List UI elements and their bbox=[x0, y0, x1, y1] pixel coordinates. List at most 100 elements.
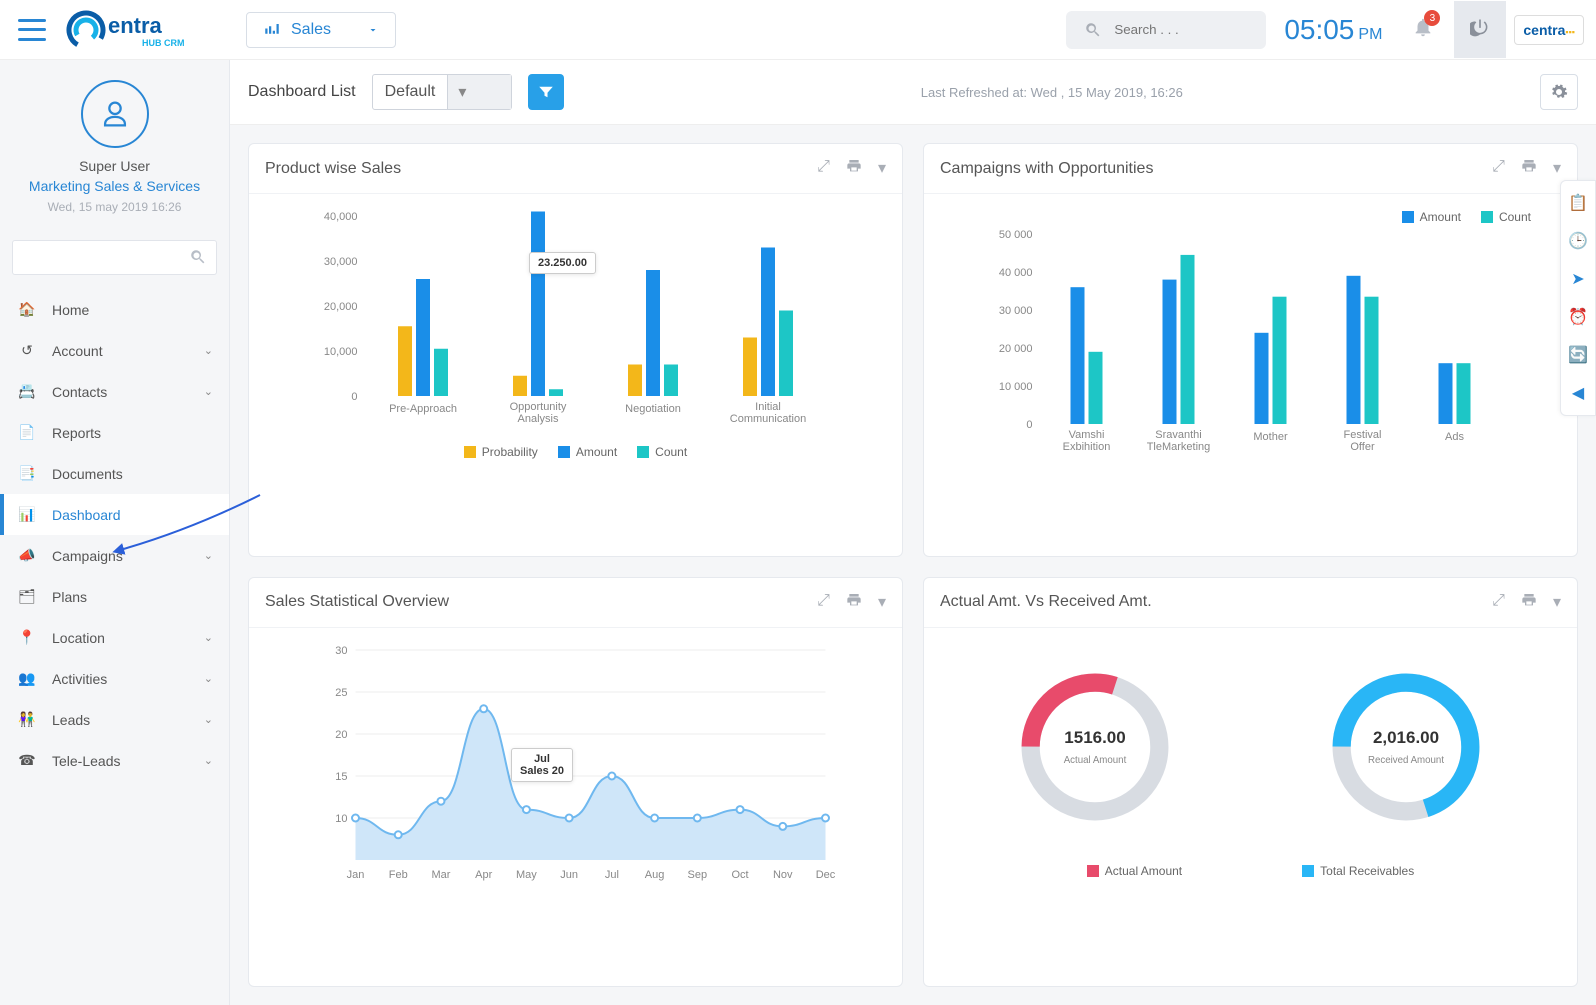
svg-text:Received Amount: Received Amount bbox=[1368, 755, 1444, 766]
svg-text:TleMarketing: TleMarketing bbox=[1147, 441, 1211, 453]
svg-text:Feb: Feb bbox=[389, 869, 408, 881]
nav-icon: 📑 bbox=[16, 465, 38, 482]
svg-text:30: 30 bbox=[335, 645, 347, 657]
nav-icon: 📄 bbox=[16, 424, 38, 441]
settings-button[interactable] bbox=[1540, 74, 1578, 110]
hamburger-icon[interactable] bbox=[18, 19, 46, 41]
chevron-down-icon bbox=[367, 24, 379, 36]
svg-text:20,000: 20,000 bbox=[324, 301, 358, 313]
collapse-icon[interactable]: ◀ bbox=[1572, 383, 1584, 403]
expand-icon[interactable]: ⤢ bbox=[817, 158, 830, 179]
svg-text:10,000: 10,000 bbox=[324, 346, 358, 358]
nav-icon: 👥 bbox=[16, 670, 38, 687]
power-icon bbox=[1470, 17, 1490, 37]
sidebar-item-campaigns[interactable]: 📣Campaigns⌄ bbox=[0, 535, 229, 576]
svg-text:Pre-Approach: Pre-Approach bbox=[389, 403, 457, 415]
sidebar-item-dashboard[interactable]: 📊Dashboard bbox=[0, 494, 229, 535]
expand-icon[interactable]: ⤢ bbox=[817, 592, 830, 613]
nav-icon: 📇 bbox=[16, 383, 38, 400]
sidebar-item-location[interactable]: 📍Location⌄ bbox=[0, 617, 229, 658]
app-logo: entra HUB CRM bbox=[66, 9, 206, 51]
card-product-sales: Product wise Sales ⤢ ▾ 010,00020,00030,0… bbox=[248, 143, 903, 557]
sidebar-search-input[interactable] bbox=[12, 240, 217, 275]
sales-stats-chart: 1015202530JanFebMarAprMayJunJulAugSepOct… bbox=[265, 640, 886, 890]
card-title: Campaigns with Opportunities bbox=[940, 160, 1153, 178]
sidebar-item-activities[interactable]: 👥Activities⌄ bbox=[0, 658, 229, 699]
svg-text:Negotiation: Negotiation bbox=[625, 403, 681, 415]
sidebar-item-reports[interactable]: 📄Reports bbox=[0, 412, 229, 453]
svg-text:Mother: Mother bbox=[1253, 431, 1288, 443]
chevron-down-icon: ⌄ bbox=[204, 672, 213, 685]
nav-label: Contacts bbox=[52, 384, 107, 400]
notifications-button[interactable]: 3 bbox=[1412, 16, 1434, 43]
sidebar-item-leads[interactable]: 👫Leads⌄ bbox=[0, 699, 229, 740]
svg-text:Opportunity: Opportunity bbox=[510, 401, 567, 413]
caret-down-icon[interactable]: ▾ bbox=[878, 158, 886, 179]
product-sales-chart: 010,00020,00030,00040,000Pre-ApproachOpp… bbox=[265, 206, 886, 436]
sidebar-item-account[interactable]: ↺Account⌄ bbox=[0, 330, 229, 371]
svg-text:50 000: 50 000 bbox=[999, 229, 1033, 241]
module-selector[interactable]: Sales bbox=[246, 12, 396, 48]
rotate-icon[interactable]: 🔄 bbox=[1568, 345, 1588, 365]
print-icon[interactable] bbox=[846, 158, 862, 179]
nav-label: Account bbox=[52, 343, 103, 359]
card-actual-received: Actual Amt. Vs Received Amt. ⤢ ▾ bbox=[923, 577, 1578, 988]
right-rail: 📋 🕒 ➤ ⏰ 🔄 ◀ bbox=[1560, 180, 1596, 416]
dashboard-select[interactable]: Default ▾ bbox=[372, 74, 512, 110]
search-input[interactable] bbox=[1114, 22, 1234, 37]
campaigns-chart: 010 00020 00030 00040 00050 000VamshiExb… bbox=[940, 224, 1561, 464]
sidebar-item-home[interactable]: 🏠 Home bbox=[0, 289, 229, 330]
nav-label: Plans bbox=[52, 589, 87, 605]
svg-text:2,016.00: 2,016.00 bbox=[1373, 728, 1439, 747]
nav-label: Location bbox=[52, 630, 105, 646]
sidebar-item-plans[interactable]: 🗂 Plans bbox=[0, 576, 229, 617]
dashboard-toolbar: Dashboard List Default ▾ Last Refreshed … bbox=[230, 60, 1596, 125]
caret-down-icon[interactable]: ▾ bbox=[1553, 158, 1561, 179]
print-icon[interactable] bbox=[846, 592, 862, 613]
clipboard-icon[interactable]: 📋 bbox=[1568, 193, 1588, 213]
sidebar-item-tele-leads[interactable]: ☎Tele-Leads⌄ bbox=[0, 740, 229, 781]
svg-text:20 000: 20 000 bbox=[999, 343, 1033, 355]
print-icon[interactable] bbox=[1521, 592, 1537, 613]
expand-icon[interactable]: ⤢ bbox=[1492, 592, 1505, 613]
nav-label: Home bbox=[52, 302, 89, 318]
svg-text:Jun: Jun bbox=[560, 869, 578, 881]
global-search[interactable] bbox=[1066, 11, 1266, 49]
share-icon[interactable]: ➤ bbox=[1571, 269, 1584, 289]
print-icon[interactable] bbox=[1521, 158, 1537, 179]
sidebar-item-documents[interactable]: 📑Documents bbox=[0, 453, 229, 494]
donut-actual: 1516.00 Actual Amount bbox=[1010, 662, 1180, 837]
nav-icon: 📊 bbox=[16, 506, 38, 523]
svg-text:40,000: 40,000 bbox=[324, 211, 358, 223]
top-bar: entra HUB CRM Sales 05:05PM 3 centra▪▪▪ bbox=[0, 0, 1596, 60]
card-title: Product wise Sales bbox=[265, 160, 401, 178]
svg-text:May: May bbox=[516, 869, 537, 881]
nav-icon: 🗂 bbox=[16, 588, 38, 605]
card-campaigns: Campaigns with Opportunities ⤢ ▾ AmountC… bbox=[923, 143, 1578, 557]
svg-text:Communication: Communication bbox=[730, 413, 806, 425]
sidebar-item-contacts[interactable]: 📇Contacts⌄ bbox=[0, 371, 229, 412]
chart-tooltip: JulSales 20 bbox=[511, 748, 573, 782]
svg-text:Dec: Dec bbox=[816, 869, 836, 881]
donut-received: 2,016.00 Received Amount bbox=[1321, 662, 1491, 837]
svg-text:Nov: Nov bbox=[773, 869, 793, 881]
chart-tooltip: 23.250.00 bbox=[529, 252, 596, 274]
sidebar: Super User Marketing Sales & Services We… bbox=[0, 60, 230, 1005]
nav-icon: 👫 bbox=[16, 711, 38, 728]
brand-badge: centra▪▪▪ bbox=[1514, 15, 1584, 45]
alarm-icon[interactable]: ⏰ bbox=[1568, 307, 1588, 327]
svg-text:Apr: Apr bbox=[475, 869, 492, 881]
nav-icon: 🏠 bbox=[16, 301, 38, 318]
sidebar-search[interactable] bbox=[12, 240, 217, 275]
svg-text:0: 0 bbox=[351, 391, 357, 403]
power-button[interactable] bbox=[1454, 1, 1506, 58]
expand-icon[interactable]: ⤢ bbox=[1492, 158, 1505, 179]
caret-down-icon[interactable]: ▾ bbox=[1553, 592, 1561, 613]
filter-button[interactable] bbox=[528, 74, 564, 110]
chevron-down-icon: ⌄ bbox=[204, 754, 213, 767]
history-icon[interactable]: 🕒 bbox=[1568, 231, 1588, 251]
svg-text:Offer: Offer bbox=[1350, 441, 1375, 453]
user-org: Marketing Sales & Services bbox=[10, 178, 219, 194]
sales-icon bbox=[263, 21, 281, 39]
caret-down-icon[interactable]: ▾ bbox=[878, 592, 886, 613]
